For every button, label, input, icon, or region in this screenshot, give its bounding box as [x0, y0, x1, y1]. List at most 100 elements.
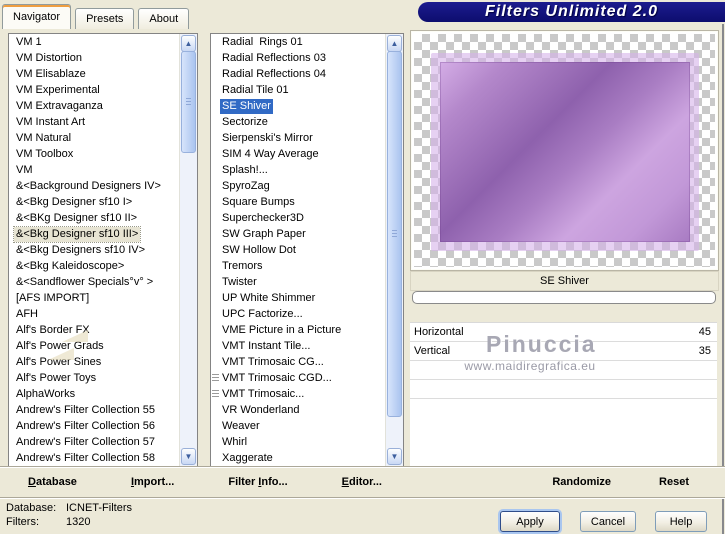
filter-list-item[interactable]: Sectorize — [211, 114, 386, 130]
filter-list-item[interactable]: Radial Reflections 03 — [211, 50, 386, 66]
filter-list-item[interactable]: Radial Tile 01 — [211, 82, 386, 98]
scroll-down-icon[interactable]: ▼ — [387, 448, 402, 465]
filter-list-item[interactable]: Radial Reflections 04 — [211, 66, 386, 82]
list-item-label: SE Shiver — [220, 99, 273, 114]
category-list-item[interactable]: [AFS IMPORT] — [9, 290, 180, 306]
randomize-button[interactable]: Randomize — [552, 476, 611, 488]
parameter-value[interactable]: 45 — [699, 326, 717, 338]
scroll-up-icon[interactable]: ▲ — [181, 35, 196, 52]
filter-list-item[interactable]: VR Wonderland — [211, 402, 386, 418]
cancel-button[interactable]: Cancel — [580, 511, 636, 532]
filter-list-item[interactable]: SIM 4 Way Average — [211, 146, 386, 162]
database-button[interactable]: Database — [28, 476, 77, 488]
transparency-checker — [414, 34, 715, 267]
list-item-label: VM Experimental — [16, 84, 100, 96]
tab-presets[interactable]: Presets — [75, 8, 135, 29]
filter-list-item[interactable]: SW Graph Paper — [211, 226, 386, 242]
filter-list-item[interactable]: UP White Shimmer — [211, 290, 386, 306]
scrollbar-thumb[interactable] — [181, 51, 196, 153]
filter-list-item[interactable]: Radial Rings 01 — [211, 34, 386, 50]
list-item-label: [AFS IMPORT] — [16, 292, 90, 304]
list-item-label: VMT Instant Tile... — [222, 340, 311, 352]
reset-button[interactable]: Reset — [659, 476, 689, 488]
filter-list-item[interactable]: SW Hollow Dot — [211, 242, 386, 258]
category-list-item[interactable]: Andrew's Filter Collection 58 — [9, 450, 180, 466]
parameter-label: Horizontal — [414, 326, 464, 338]
filter-list-item[interactable]: Tremors — [211, 258, 386, 274]
filter-list-item[interactable]: Superchecker3D — [211, 210, 386, 226]
filter-list-item[interactable]: Splash!... — [211, 162, 386, 178]
category-list-item[interactable]: Alf's Power Sines — [9, 354, 180, 370]
list-item-label: Splash!... — [222, 164, 268, 176]
scroll-up-icon[interactable]: ▲ — [387, 35, 402, 52]
category-list-item[interactable]: VM Distortion — [9, 50, 180, 66]
list-item-label: &<Bkg Designers sf10 IV> — [16, 244, 146, 256]
category-scrollbar[interactable]: ▲ ▼ — [179, 34, 197, 466]
category-list-item[interactable]: Alf's Border FX — [9, 322, 180, 338]
filter-scrollbar[interactable]: ▲ ▼ — [385, 34, 403, 466]
preview-image[interactable] — [440, 62, 690, 242]
filters-count-value: 1320 — [66, 516, 91, 528]
import-button[interactable]: Import... — [131, 476, 174, 488]
filter-list-item[interactable]: Twister — [211, 274, 386, 290]
list-item-label: VR Wonderland — [222, 404, 300, 416]
filter-info-button[interactable]: Filter Info... — [228, 476, 287, 488]
list-item-label: Radial Reflections 04 — [222, 68, 326, 80]
list-item-label: &<Bkg Designer sf10 I> — [16, 196, 133, 208]
tab-about[interactable]: About — [138, 8, 190, 29]
category-list-item[interactable]: VM — [9, 162, 180, 178]
list-item-label: Weaver — [222, 420, 260, 432]
list-item-label: VM 1 — [16, 36, 42, 48]
list-item-label: Radial Rings 01 — [222, 36, 303, 48]
category-list-item[interactable]: AFH — [9, 306, 180, 322]
category-list-item[interactable]: VM Toolbox — [9, 146, 180, 162]
filter-list-item[interactable]: Square Bumps — [211, 194, 386, 210]
filter-list-item[interactable]: VMT Trimosaic... — [211, 386, 386, 402]
editor-button[interactable]: Editor... — [342, 476, 382, 488]
category-list-item[interactable]: AlphaWorks — [9, 386, 180, 402]
category-list-item[interactable]: VM Natural — [9, 130, 180, 146]
filter-list-item[interactable]: VMT Instant Tile... — [211, 338, 386, 354]
list-item-label: VME Picture in a Picture — [222, 324, 342, 336]
apply-button[interactable]: Apply — [500, 511, 560, 532]
category-list-item[interactable]: &<BKg Designer sf10 II> — [9, 210, 180, 226]
parameter-value[interactable]: 35 — [699, 345, 717, 357]
filter-list-item[interactable]: Weaver — [211, 418, 386, 434]
category-list-item[interactable]: Andrew's Filter Collection 55 — [9, 402, 180, 418]
filter-list-item[interactable]: SE Shiver — [211, 98, 386, 114]
scrollbar-thumb[interactable] — [387, 51, 402, 417]
filter-list-item[interactable]: SpyroZag — [211, 178, 386, 194]
category-list-item[interactable]: VM Extravaganza — [9, 98, 180, 114]
filter-list-item[interactable]: UPC Factorize... — [211, 306, 386, 322]
category-list-item[interactable]: &<Sandflower Specials°v° > — [9, 274, 180, 290]
filter-list-item[interactable]: VMT Trimosaic CGD... — [211, 370, 386, 386]
category-list-item[interactable]: &<Bkg Designers sf10 IV> — [9, 242, 180, 258]
window-right-edge — [722, 24, 724, 534]
category-list-item[interactable]: Alf's Power Grads — [9, 338, 180, 354]
list-item-label: VM — [16, 164, 33, 176]
filter-caption-bar: SE Shiver — [410, 271, 719, 291]
category-list-item[interactable]: &<Bkg Designer sf10 I> — [9, 194, 180, 210]
category-list-item[interactable]: VM Elisablaze — [9, 66, 180, 82]
list-item-label: Alf's Power Toys — [16, 372, 97, 384]
filter-list-item[interactable]: Whirl — [211, 434, 386, 450]
category-list-item[interactable]: Andrew's Filter Collection 56 — [9, 418, 180, 434]
category-list-item[interactable]: Andrew's Filter Collection 57 — [9, 434, 180, 450]
category-list-item[interactable]: &<Bkg Kaleidoscope> — [9, 258, 180, 274]
help-button[interactable]: Help — [655, 511, 707, 532]
list-item-label: VM Toolbox — [16, 148, 74, 160]
filter-list-item[interactable]: VME Picture in a Picture — [211, 322, 386, 338]
category-list-item[interactable]: Alf's Power Toys — [9, 370, 180, 386]
filter-list-item[interactable]: VMT Trimosaic CG... — [211, 354, 386, 370]
filter-list-item[interactable]: Sierpenski's Mirror — [211, 130, 386, 146]
tab-navigator[interactable]: Navigator — [2, 4, 72, 29]
category-list-item[interactable]: VM Instant Art — [9, 114, 180, 130]
category-list-item[interactable]: &<Bkg Designer sf10 III> — [9, 226, 180, 243]
parameter-row-empty — [410, 380, 717, 399]
filter-list-item[interactable]: Xaggerate — [211, 450, 386, 466]
category-list-item[interactable]: VM Experimental — [9, 82, 180, 98]
category-list-item[interactable]: &<Background Designers IV> — [9, 178, 180, 194]
command-bar-left: Database Import... Filter Info... Editor… — [0, 467, 410, 497]
category-list-item[interactable]: VM 1 — [9, 34, 180, 50]
scroll-down-icon[interactable]: ▼ — [181, 448, 196, 465]
